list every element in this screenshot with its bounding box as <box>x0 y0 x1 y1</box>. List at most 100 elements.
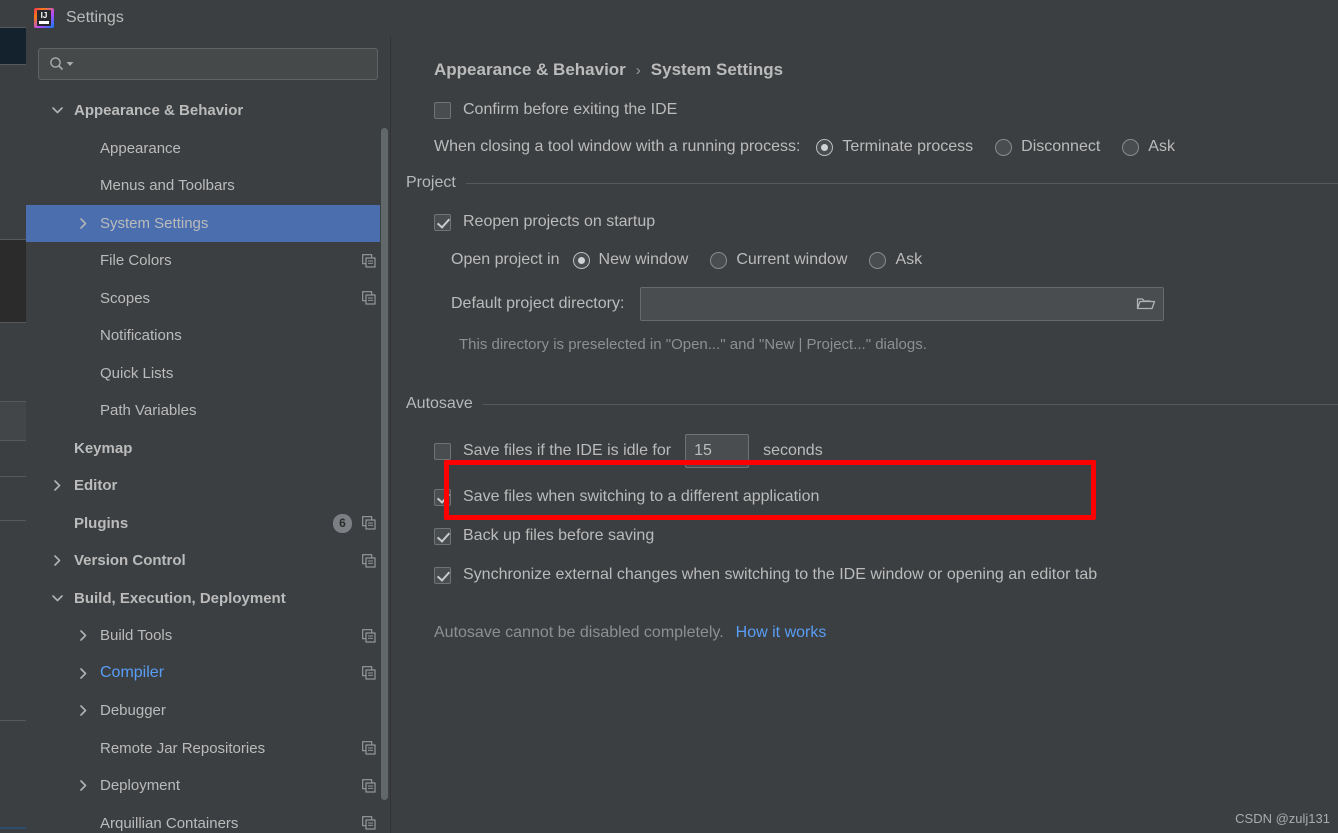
sidebar-item-label: Version Control <box>74 552 186 570</box>
background-editor-area <box>0 240 26 322</box>
autosave-sync-row[interactable]: Synchronize external changes when switch… <box>391 566 1338 584</box>
sidebar-item-compiler[interactable]: Compiler <box>26 655 390 693</box>
default-project-directory-row: Default project directory: <box>391 287 1338 321</box>
sidebar-item-version-control[interactable]: Version Control <box>26 542 390 580</box>
sidebar-item-plugins[interactable]: Plugins 6 <box>26 505 390 543</box>
background-divider <box>0 322 26 323</box>
radio-current-window[interactable] <box>710 251 728 269</box>
idle-save-label-after: seconds <box>763 442 823 459</box>
chevron-right-icon[interactable] <box>48 555 66 567</box>
chevron-right-icon[interactable] <box>74 667 92 679</box>
sidebar-item-label: System Settings <box>100 214 209 232</box>
copy-settings-icon[interactable] <box>362 816 376 830</box>
background-divider <box>0 520 26 521</box>
section-divider <box>465 182 1338 184</box>
reopen-projects-row[interactable]: Reopen projects on startup <box>391 213 1338 231</box>
radio-ask-open-project[interactable] <box>869 251 887 269</box>
sidebar-item-label: Appearance & Behavior <box>74 102 244 120</box>
folder-icon[interactable] <box>1129 288 1163 320</box>
sidebar-item-indicators: 6 <box>333 513 376 533</box>
sidebar-item-build-tools[interactable]: Build Tools <box>26 617 390 655</box>
sidebar-item-label: File Colors <box>100 252 172 270</box>
sidebar-scrollbar-thumb[interactable] <box>381 128 388 800</box>
chevron-right-icon[interactable] <box>74 780 92 792</box>
reopen-projects-checkbox[interactable] <box>434 213 451 231</box>
radio-terminate-process[interactable] <box>816 138 834 156</box>
breadcrumb-parent[interactable]: Appearance & Behavior <box>434 60 626 80</box>
autosave-switch-app-checkbox[interactable] <box>434 488 451 506</box>
project-section-title: Project <box>406 174 456 191</box>
idle-seconds-field[interactable] <box>685 434 750 468</box>
default-directory-hint: This directory is preselected in "Open..… <box>459 336 927 353</box>
sidebar-item-path-variables[interactable]: Path Variables <box>26 392 390 430</box>
autosave-backup-row[interactable]: Back up files before saving <box>391 527 1338 545</box>
radio-current-window-label: Current window <box>736 251 848 268</box>
sidebar-item-debugger[interactable]: Debugger <box>26 692 390 730</box>
search-input[interactable] <box>74 56 377 72</box>
sidebar-item-indicators <box>362 628 376 643</box>
idle-seconds-input[interactable] <box>686 442 749 460</box>
confirm-exit-checkbox[interactable] <box>434 101 451 119</box>
sidebar-item-keymap[interactable]: Keymap <box>26 430 390 468</box>
sidebar-item-label: Build Tools <box>100 627 173 645</box>
sidebar-item-quick-lists[interactable]: Quick Lists <box>26 355 390 393</box>
confirm-exit-row[interactable]: Confirm before exiting the IDE <box>391 101 1338 119</box>
sidebar-item-deployment[interactable]: Deployment <box>26 767 390 805</box>
idle-save-checkbox[interactable] <box>434 442 451 460</box>
sidebar-item-label: Appearance <box>100 139 181 157</box>
sidebar-item-label: Build, Execution, Deployment <box>74 589 286 607</box>
chevron-right-icon[interactable] <box>48 480 66 492</box>
copy-settings-icon[interactable] <box>362 666 376 680</box>
autosave-switch-app-row[interactable]: Save files when switching to a different… <box>391 488 1338 506</box>
background-divider <box>0 720 26 721</box>
sidebar-item-appearance-behavior[interactable]: Appearance & Behavior <box>26 92 390 130</box>
sidebar-item-notifications[interactable]: Notifications <box>26 317 390 355</box>
sidebar-item-editor[interactable]: Editor <box>26 467 390 505</box>
copy-settings-icon[interactable] <box>362 553 376 568</box>
autosave-backup-checkbox[interactable] <box>434 527 451 545</box>
search-box[interactable] <box>38 48 378 80</box>
radio-new-window[interactable] <box>572 251 590 269</box>
copy-settings-icon[interactable] <box>362 291 376 305</box>
default-project-directory-field[interactable] <box>640 287 1165 321</box>
autosave-footer-note: Autosave cannot be disabled completely. <box>434 624 724 641</box>
settings-tree: Appearance & Behavior Appearance Menus and… <box>26 92 390 833</box>
sidebar-item-arquillian-containers[interactable]: Arquillian Containers <box>26 805 390 833</box>
background-divider <box>0 440 26 441</box>
sidebar-item-menus-and-toolbars[interactable]: Menus and Toolbars <box>26 167 390 205</box>
chevron-right-icon[interactable] <box>74 705 92 717</box>
radio-ask-tool-window[interactable] <box>1122 138 1140 156</box>
autosave-switch-app-label: Save files when switching to a different… <box>463 488 820 505</box>
sidebar-item-indicators <box>362 253 376 268</box>
copy-settings-icon[interactable] <box>362 741 376 755</box>
chevron-right-icon[interactable] <box>74 217 92 229</box>
chevron-down-icon[interactable] <box>66 60 74 68</box>
copy-settings-icon[interactable] <box>362 778 376 793</box>
breadcrumb-current: System Settings <box>650 60 784 79</box>
chevron-right-icon[interactable] <box>74 630 92 642</box>
copy-settings-icon[interactable] <box>362 628 376 643</box>
how-it-works-link[interactable]: How it works <box>736 624 827 642</box>
autosave-sync-checkbox[interactable] <box>434 566 451 584</box>
sidebar-item-scopes[interactable]: Scopes <box>26 280 390 318</box>
chevron-down-icon[interactable] <box>48 106 66 115</box>
copy-settings-icon[interactable] <box>362 516 376 530</box>
radio-disconnect[interactable] <box>995 138 1013 156</box>
default-project-directory-input[interactable] <box>641 295 1130 313</box>
dialog-title: Settings <box>66 9 124 26</box>
default-directory-hint-row: This directory is preselected in "Open..… <box>391 336 1338 353</box>
sidebar-scrollbar-track[interactable] <box>380 92 390 833</box>
sidebar-item-indicators <box>362 816 376 830</box>
sidebar-item-file-colors[interactable]: File Colors <box>26 242 390 280</box>
autosave-section-title: Autosave <box>406 395 473 412</box>
sidebar-item-build-execution-deployment[interactable]: Build, Execution, Deployment <box>26 580 390 618</box>
sidebar-item-appearance[interactable]: Appearance <box>26 130 390 168</box>
idle-save-row[interactable]: Save files if the IDE is idle for second… <box>391 434 1338 468</box>
closing-tool-window-label: When closing a tool window with a runnin… <box>434 138 801 155</box>
sidebar-item-remote-jar-repositories[interactable]: Remote Jar Repositories <box>26 730 390 768</box>
sidebar-item-system-settings[interactable]: System Settings <box>26 204 390 242</box>
search-icon <box>49 56 65 72</box>
sidebar-item-label: Arquillian Containers <box>100 814 239 832</box>
copy-settings-icon[interactable] <box>362 253 376 268</box>
chevron-down-icon[interactable] <box>48 594 66 603</box>
